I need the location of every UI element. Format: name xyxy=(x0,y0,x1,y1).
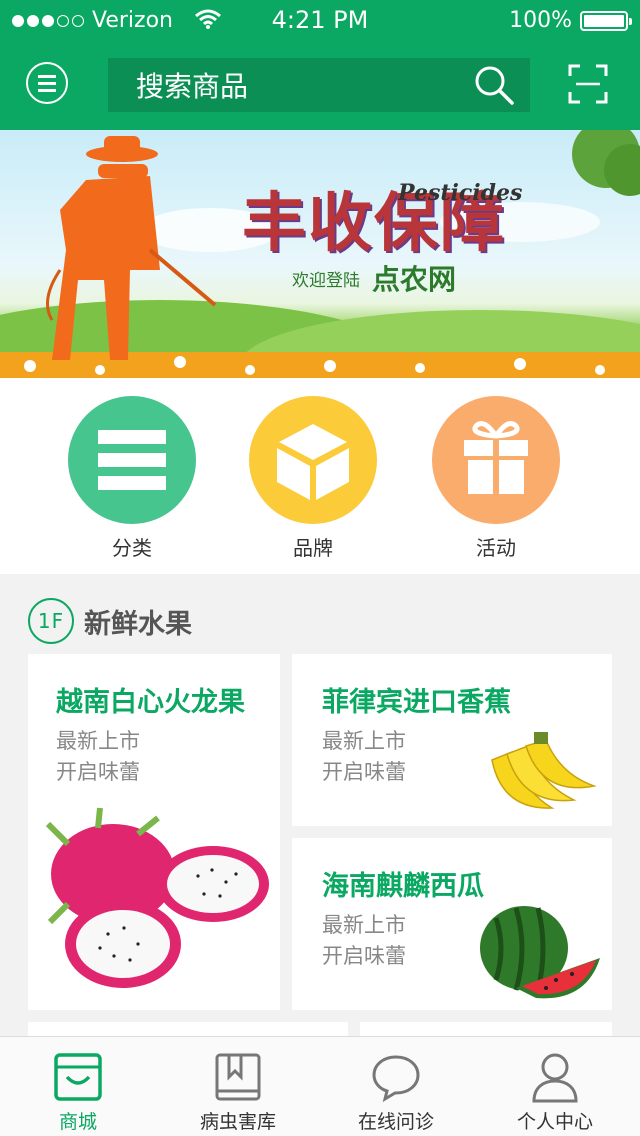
scan-icon[interactable] xyxy=(568,64,608,104)
tab-profile[interactable]: 个人中心 xyxy=(480,1051,630,1134)
product-tagline: 最新上市 开启味蕾 xyxy=(322,910,406,972)
floor-badge: 1F xyxy=(28,598,74,644)
product-name: 海南麒麟西瓜 xyxy=(322,871,484,902)
product-tagline-1: 最新上市 xyxy=(322,729,406,753)
product-tagline-1: 最新上市 xyxy=(56,729,140,753)
product-tagline-2: 开启味蕾 xyxy=(322,944,406,968)
store-icon xyxy=(53,1051,103,1103)
list-icon[interactable] xyxy=(68,396,196,524)
quick-link-label: 品牌 xyxy=(293,536,333,560)
tab-store[interactable]: 商城 xyxy=(3,1051,153,1134)
banner-site-name: 点农网 xyxy=(372,263,457,296)
watermelon-image xyxy=(480,906,600,999)
dragon-fruit-image xyxy=(45,807,269,988)
product-card-dragon-fruit[interactable]: 越南白心火龙果 最新上市 开启味蕾 xyxy=(28,654,280,1010)
quick-link-label: 分类 xyxy=(112,536,152,560)
quick-link-label: 活动 xyxy=(476,536,516,560)
box-icon[interactable] xyxy=(249,396,377,524)
product-name: 越南白心火龙果 xyxy=(56,687,245,718)
chat-icon xyxy=(371,1051,421,1103)
user-icon xyxy=(530,1051,580,1103)
product-tagline-2: 开启味蕾 xyxy=(56,760,140,784)
quick-links: 分类 品牌 活动 xyxy=(0,378,640,574)
product-tagline-1: 最新上市 xyxy=(322,913,406,937)
quick-link-category[interactable]: 分类 xyxy=(67,396,197,561)
product-tagline: 最新上市 开启味蕾 xyxy=(56,726,140,788)
promo-banner[interactable]: 丰收保障 Pesticides 欢迎登陆 点农网 xyxy=(0,130,640,378)
banner-welcome: 欢迎登陆 xyxy=(292,271,360,291)
battery-percent: 100% xyxy=(509,8,572,33)
tab-pest-library[interactable]: 病虫害库 xyxy=(163,1051,313,1134)
search-input[interactable]: 搜索商品 xyxy=(136,65,472,105)
tab-label: 病虫害库 xyxy=(199,1111,276,1133)
section-header: 1F 新鲜水果 xyxy=(28,596,192,646)
product-name: 菲律宾进口香蕉 xyxy=(322,687,511,718)
tab-label: 商城 xyxy=(58,1111,97,1133)
book-icon xyxy=(213,1051,263,1103)
product-card-banana[interactable]: 菲律宾进口香蕉 最新上市 开启味蕾 xyxy=(292,654,612,826)
search-bar[interactable]: 搜索商品 xyxy=(108,58,530,112)
search-icon[interactable] xyxy=(472,63,516,107)
gift-icon[interactable] xyxy=(432,396,560,524)
bottom-tab-bar: 商城 病虫害库 在线问诊 个人中心 xyxy=(0,1036,640,1136)
tab-label: 个人中心 xyxy=(516,1111,593,1133)
battery-icon xyxy=(580,11,632,31)
banana-image xyxy=(491,732,597,809)
status-bar: Verizon 4:21 PM 100% xyxy=(0,0,640,42)
tab-label: 在线问诊 xyxy=(357,1111,434,1133)
top-bar: Verizon 4:21 PM 100% 搜索商品 xyxy=(0,0,640,130)
section-title: 新鲜水果 xyxy=(84,608,192,640)
product-card-watermelon[interactable]: 海南麒麟西瓜 最新上市 开启味蕾 xyxy=(292,838,612,1010)
menu-button[interactable] xyxy=(26,62,68,104)
quick-link-brand[interactable]: 品牌 xyxy=(248,396,378,561)
product-tagline: 最新上市 开启味蕾 xyxy=(322,726,406,788)
tab-consultation[interactable]: 在线问诊 xyxy=(321,1051,471,1134)
product-tagline-2: 开启味蕾 xyxy=(322,760,406,784)
quick-link-activity[interactable]: 活动 xyxy=(431,396,561,561)
banner-english-text: Pesticides xyxy=(398,180,523,206)
